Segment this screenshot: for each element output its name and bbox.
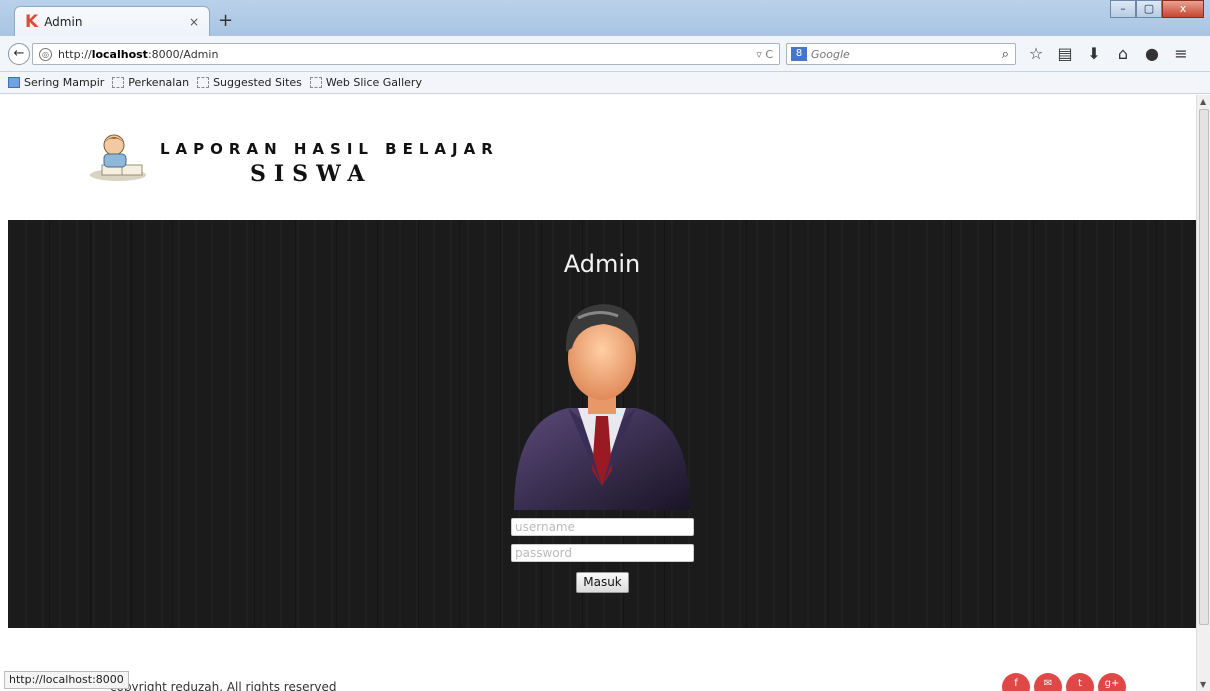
window-controls: – ▢ x <box>1110 0 1204 18</box>
footer-copyright: copyright reduzah. All rights reserved <box>110 680 337 691</box>
email-icon[interactable]: ✉ <box>1034 673 1062 691</box>
navigation-toolbar: ← ◎ http://localhost:8000/Admin ▿ C 8 Go… <box>0 36 1210 72</box>
password-input[interactable]: password <box>511 544 694 562</box>
tab-title: Admin <box>44 14 83 29</box>
status-bar-url: http://localhost:8000 <box>4 671 129 689</box>
bookmark-icon <box>112 77 125 88</box>
bookmark-icon <box>8 77 20 88</box>
vertical-scrollbar[interactable]: ▲ ▼ <box>1196 95 1210 691</box>
search-bar[interactable]: 8 Google ⌕ <box>786 43 1016 65</box>
site-title-line2: SISWA <box>250 161 373 187</box>
browser-tab[interactable]: K Admin × <box>14 6 210 36</box>
menu-icon[interactable]: ≡ <box>1171 44 1191 63</box>
student-reading-logo <box>90 134 146 181</box>
search-engine-icon[interactable]: 8 <box>791 47 807 61</box>
address-bar[interactable]: ◎ http://localhost:8000/Admin ▿ C <box>32 43 780 65</box>
close-window-button[interactable]: x <box>1162 0 1204 18</box>
scroll-thumb[interactable] <box>1199 109 1209 625</box>
google-plus-icon[interactable]: g+ <box>1098 673 1126 691</box>
scroll-up-icon[interactable]: ▲ <box>1200 97 1206 106</box>
tab-favicon-icon: K <box>25 11 39 32</box>
reload-icon[interactable]: ▿ C <box>756 48 773 61</box>
twitter-icon[interactable]: t <box>1066 673 1094 691</box>
scroll-down-icon[interactable]: ▼ <box>1200 680 1206 689</box>
bookmarks-menu-icon[interactable]: ▤ <box>1055 44 1075 63</box>
bookmark-item[interactable]: Perkenalan <box>112 76 189 89</box>
new-tab-button[interactable]: + <box>218 10 233 31</box>
globe-icon: ◎ <box>39 47 52 61</box>
minimize-button[interactable]: – <box>1110 0 1136 18</box>
home-icon[interactable]: ⌂ <box>1113 44 1133 63</box>
toolbar-icons: ☆ ▤ ⬇ ⌂ ● ≡ <box>1026 44 1191 63</box>
back-arrow-icon[interactable]: ← <box>8 43 30 65</box>
search-icon[interactable]: ⌕ <box>1002 47 1009 62</box>
facebook-icon[interactable]: f <box>1002 673 1030 691</box>
search-input[interactable]: Google <box>811 48 1002 61</box>
page-title: Admin <box>563 250 641 278</box>
admin-avatar-icon <box>514 304 690 510</box>
maximize-button[interactable]: ▢ <box>1136 0 1162 18</box>
login-button[interactable]: Masuk <box>576 572 629 593</box>
login-panel: Admin username password Masuk <box>8 220 1196 628</box>
username-input[interactable]: username <box>511 518 694 536</box>
bookmark-icon <box>197 77 210 88</box>
bookmark-item[interactable]: Web Slice Gallery <box>309 76 422 89</box>
bookmark-star-icon[interactable]: ☆ <box>1026 44 1046 63</box>
site-title-line1: LAPORAN HASIL BELAJAR <box>160 140 499 158</box>
social-links: f ✉ t g+ <box>1002 673 1126 691</box>
downloads-icon[interactable]: ⬇ <box>1084 44 1104 63</box>
browser-titlebar: K Admin × + – ▢ x <box>0 0 1210 36</box>
bookmark-item[interactable]: Sering Mampir <box>8 76 104 89</box>
url-text[interactable]: http://localhost:8000/Admin <box>58 48 756 61</box>
page-content: LAPORAN HASIL BELAJAR SISWA Admin userna… <box>0 95 1196 691</box>
bookmark-item[interactable]: Suggested Sites <box>197 76 302 89</box>
bookmarks-bar: Sering Mampir Perkenalan Suggested Sites… <box>0 72 1210 94</box>
chat-icon[interactable]: ● <box>1142 44 1162 63</box>
bookmark-icon <box>309 77 322 88</box>
close-tab-icon[interactable]: × <box>189 15 199 29</box>
